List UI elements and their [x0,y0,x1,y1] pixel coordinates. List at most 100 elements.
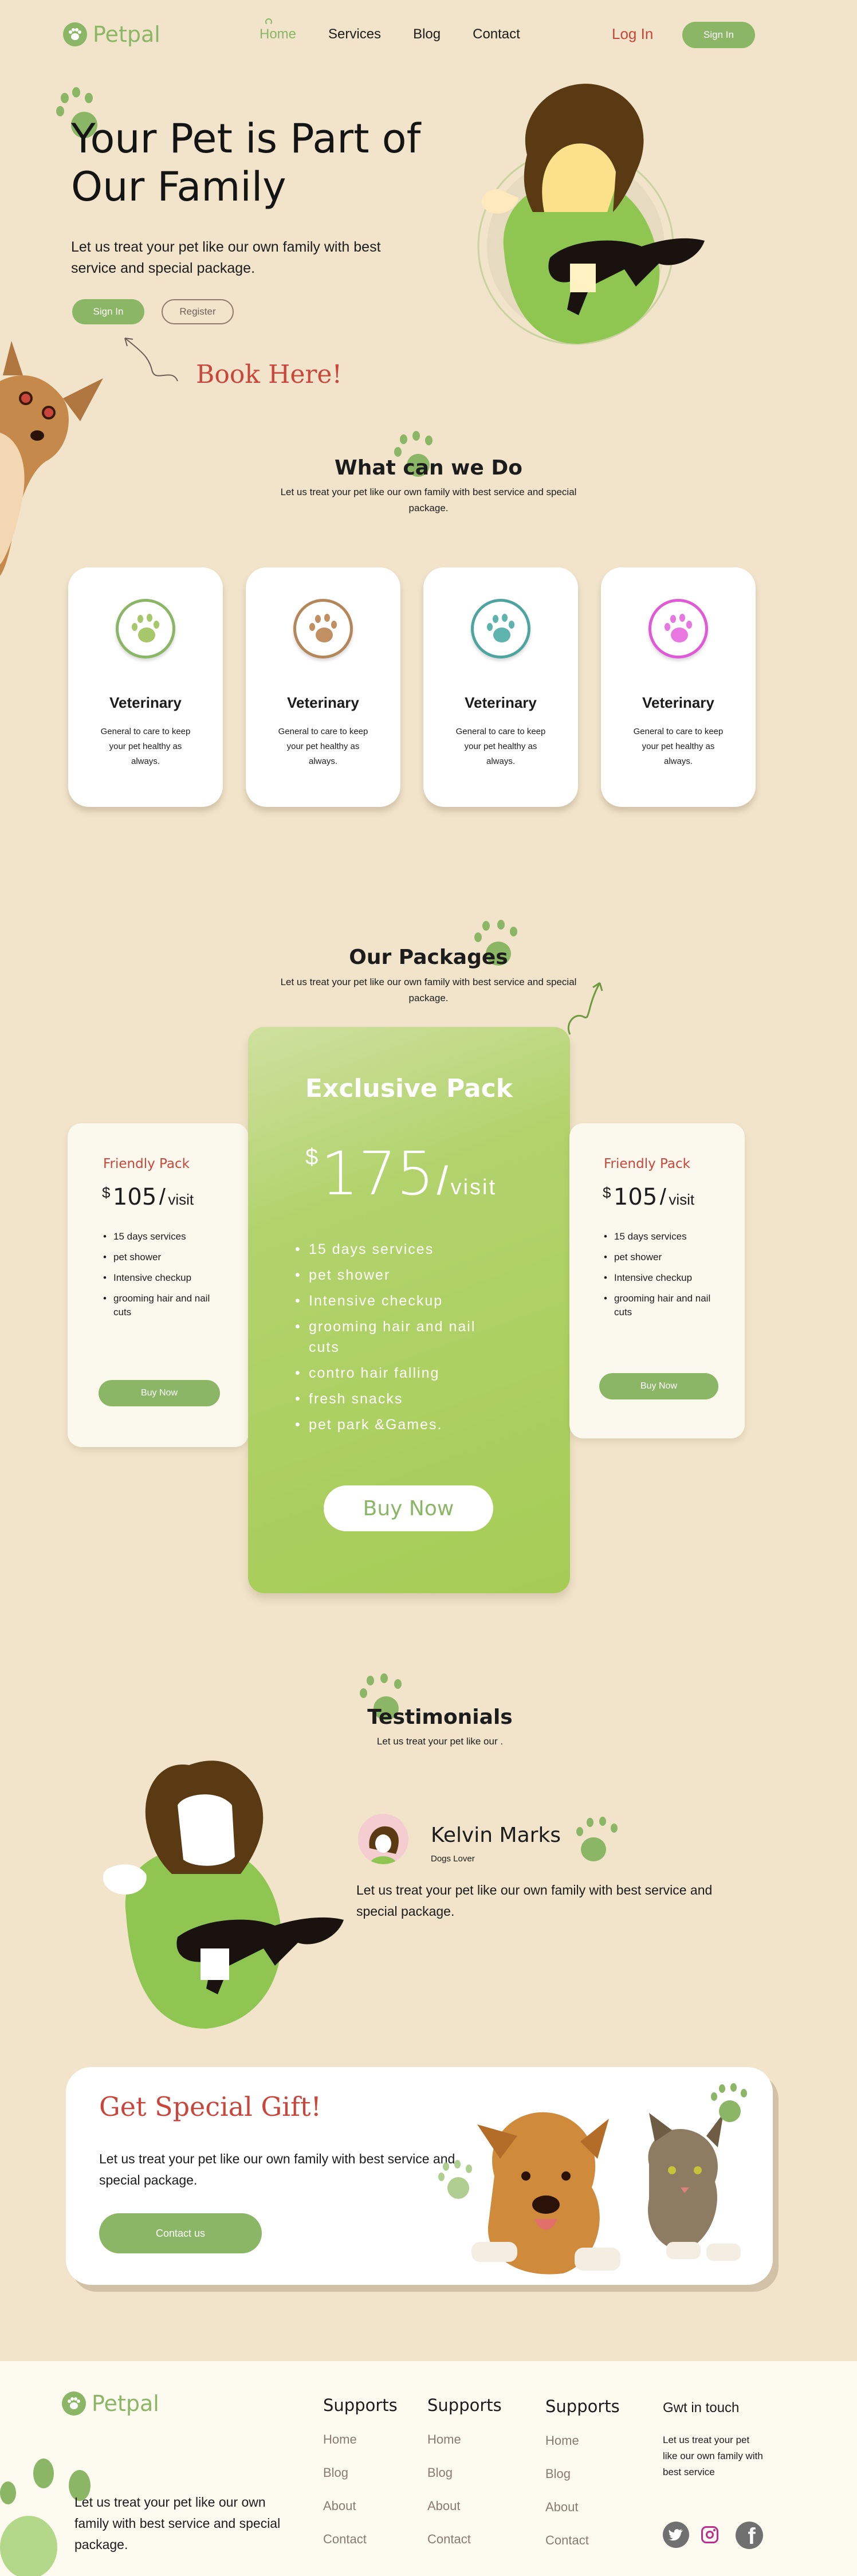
dog-illustration [0,341,103,576]
package-price: $ 175 / visit [305,1139,497,1209]
footer-column-1: Supports Home Blog About Contact [323,2395,398,2547]
footer-link-about[interactable]: About [427,2499,502,2514]
feature-item: pet shower [295,1265,490,1285]
book-here-label[interactable]: Book Here! [196,360,342,389]
footer-column-title: Supports [427,2395,502,2415]
currency: $ [305,1144,319,1170]
buy-now-button[interactable]: Buy Now [324,1485,493,1531]
paw-icon [62,2391,86,2416]
feature-item: Intensive checkup [604,1271,724,1285]
arrow-icon [124,338,178,382]
gift-title: Get Special Gift! [99,2091,321,2122]
package-name: Exclusive Pack [305,1074,513,1103]
footer-column-title: Supports [323,2395,398,2415]
service-card-text: General to care to keep your pet healthy… [100,727,191,766]
twitter-icon[interactable] [663,2522,689,2548]
hero-register-button[interactable]: Register [162,299,234,324]
package-card-right: Friendly Pack $ 105 / visit 15 days serv… [569,1123,745,1438]
footer-link-about[interactable]: About [323,2499,398,2514]
brand-name: Petpal [93,22,160,47]
footer-link-contact[interactable]: Contact [427,2532,502,2547]
service-card-text: General to care to keep your pet healthy… [455,727,546,766]
footer: Petpal Let us treat your pet like our ow… [0,2361,857,2576]
package-card-left: Friendly Pack $ 105 / visit 15 days serv… [68,1123,249,1447]
services-subtitle: Let us treat your pet like our own famil… [280,487,577,513]
paw-decoration-icon [711,2083,749,2123]
service-card-title: Veterinary [109,694,182,711]
signin-button[interactable]: Sign In [682,22,755,48]
arrow-icon [567,982,603,1035]
feature-item: pet shower [604,1250,724,1264]
feature-item: 15 days services [103,1230,229,1244]
paw-icon [471,599,530,658]
nav-home[interactable]: Home [260,26,296,42]
contact-us-button[interactable]: Contact us [99,2213,262,2253]
currency: $ [603,1184,611,1201]
feature-item: Intensive checkup [103,1271,229,1285]
hero-illustration [477,84,705,345]
service-card[interactable]: Veterinary General to care to keep your p… [68,567,223,807]
footer-link-contact[interactable]: Contact [545,2533,620,2548]
gift-banner: Get Special Gift! Let us treat your pet … [66,2067,773,2285]
footer-link-blog[interactable]: Blog [545,2467,620,2481]
service-card[interactable]: Veterinary General to care to keep your p… [246,567,400,807]
hero-title-line1: Your Pet is Part of [71,115,421,162]
price-value: 175 [320,1139,435,1209]
testimonials-title: Testimonials [367,1705,513,1729]
testimonial-illustration [103,1761,344,2029]
footer-link-contact[interactable]: Contact [323,2532,398,2547]
buy-now-button[interactable]: Buy Now [99,1380,220,1406]
hero-signin-button[interactable]: Sign In [72,299,144,324]
price-value: 105 [112,1184,157,1210]
hero-title-line2: Our Family [71,163,286,210]
footer-link-blog[interactable]: Blog [427,2465,502,2480]
footer-link-home[interactable]: Home [323,2432,398,2447]
hero-title: Your Pet is Part of Our Family [71,115,420,211]
feature-item: 15 days services [604,1230,724,1244]
login-link[interactable]: Log In [612,25,653,43]
buy-now-button[interactable]: Buy Now [599,1373,718,1399]
nav-contact[interactable]: Contact [473,26,520,42]
footer-link-about[interactable]: About [545,2500,620,2515]
footer-logo[interactable]: Petpal [62,2391,159,2416]
feature-item: grooming hair and nail cuts [295,1316,490,1358]
facebook-icon[interactable]: f [736,2522,763,2549]
feature-item: pet shower [103,1250,229,1264]
testimonial-quote: Let us treat your pet like our own famil… [356,1883,713,1919]
feature-item: pet park &Games. [295,1414,490,1435]
package-price: $ 105 / visit [603,1184,695,1210]
nav-blog[interactable]: Blog [413,26,441,42]
service-card[interactable]: Veterinary General to care to keep your p… [601,567,756,807]
footer-link-blog[interactable]: Blog [323,2465,398,2480]
price-unit: visit [450,1175,497,1199]
service-card-text: General to care to keep your pet healthy… [278,727,368,766]
feature-list: 15 days services pet shower Intensive ch… [604,1230,724,1326]
price-value: 105 [613,1184,658,1210]
brand-name: Petpal [92,2391,159,2416]
service-card-text: General to care to keep your pet healthy… [633,727,724,766]
paw-decoration-icon [576,1816,622,1863]
service-card-title: Veterinary [465,694,537,711]
footer-link-home[interactable]: Home [545,2433,620,2448]
feature-list: 15 days services pet shower Intensive ch… [103,1230,229,1326]
package-name: Friendly Pack [103,1156,190,1171]
hero-subtitle: Let us treat your pet like our own famil… [71,239,381,276]
touch-text: Let us treat your pet like our own famil… [663,2434,763,2477]
paw-decoration-icon [438,2160,476,2200]
footer-column-title: Supports [545,2397,620,2416]
footer-link-home[interactable]: Home [427,2432,502,2447]
testimonials-subtitle: Let us treat your pet like our . [376,1736,504,1747]
paw-icon [63,22,87,46]
instagram-icon[interactable] [701,2526,718,2543]
feature-list: 15 days services pet shower Intensive ch… [295,1239,490,1440]
paw-icon [116,599,175,658]
feature-item: fresh snacks [295,1389,490,1409]
nav-services[interactable]: Services [328,26,381,42]
brand-logo[interactable]: Petpal [63,22,160,47]
avatar [358,1814,408,1864]
currency: $ [102,1184,111,1201]
service-card[interactable]: Veterinary General to care to keep your p… [423,567,578,807]
service-card-title: Veterinary [287,694,359,711]
testimonial-name: Kelvin Marks [431,1824,561,1847]
paw-icon [648,599,708,658]
